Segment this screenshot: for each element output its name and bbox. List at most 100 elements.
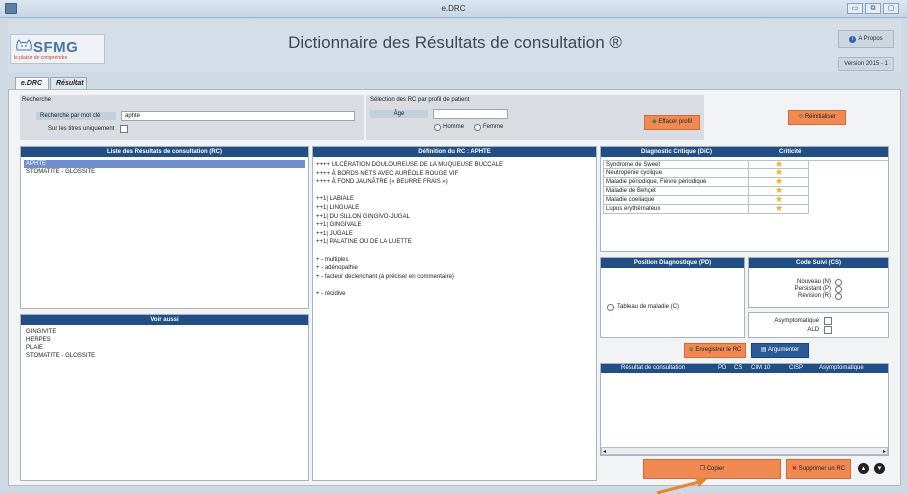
asymptomatic-checkbox[interactable] xyxy=(824,317,832,325)
ald-label: ALD xyxy=(807,327,819,333)
plus-icon: ⊕ xyxy=(688,347,694,353)
delete-icon: ✖ xyxy=(791,466,797,472)
version-label: Version 2015 - 1 xyxy=(838,57,894,71)
definition-line: + - multiples xyxy=(316,256,349,263)
dic-name: Lupus érythémateux xyxy=(603,205,749,214)
col-pd[interactable]: PD xyxy=(718,364,726,373)
definition-line xyxy=(316,281,593,290)
see-also-panel: Voir aussi GINGIVITE HERPES PLAIE STOMAT… xyxy=(20,314,309,481)
col-cim10[interactable]: CIM 10 xyxy=(751,364,770,373)
cs-radio-nouveau[interactable] xyxy=(835,279,842,286)
horizontal-scrollbar[interactable]: ◂ ▸ xyxy=(601,447,888,455)
minimize-button[interactable]: ▭ xyxy=(847,3,863,14)
list-item[interactable]: PLAIE xyxy=(24,344,305,352)
cs-radio-revision[interactable] xyxy=(835,293,842,300)
critical-diagnosis-header: Diagnostic Critique (DiC) Criticité xyxy=(601,147,888,157)
titles-only-checkbox[interactable] xyxy=(120,125,128,133)
scroll-left-icon[interactable]: ◂ xyxy=(603,448,606,455)
cs-label-revision: Révision (R) xyxy=(797,293,831,299)
sex-radio-homme[interactable] xyxy=(434,124,441,131)
keyword-label: Recherche par mot clé xyxy=(36,112,116,120)
criticality-cell: ★ xyxy=(749,203,809,214)
logo-brand: SFMG xyxy=(33,39,79,56)
copy-icon: ❐ xyxy=(699,466,706,472)
results-table: Résultat de consultation PD CS CIM 10 CI… xyxy=(600,363,889,456)
table-row[interactable]: Neutropénie cyclique ★ xyxy=(603,168,888,178)
age-input[interactable] xyxy=(433,109,508,119)
document-icon: ▤ xyxy=(760,347,767,353)
cs-label-nouveau: Nouveau (N) xyxy=(796,279,831,285)
logo-tagline: le plaisir de comprendre xyxy=(14,55,68,61)
delete-rc-button[interactable]: ✖ Supprimer un RC xyxy=(786,459,851,479)
definition-line: ++++ À BORDS NETS AVEC AURÉOLE ROUGE VIF xyxy=(316,170,459,177)
list-item[interactable]: STOMATITE - GLOSSITE xyxy=(24,168,305,176)
rc-list-panel: Liste des Résultats de consultation (RC)… xyxy=(20,146,309,309)
see-also-title: Voir aussi xyxy=(21,315,308,325)
list-item[interactable]: HERPES xyxy=(24,336,305,344)
col-resultat[interactable]: Résultat de consultation xyxy=(621,364,685,373)
table-row[interactable]: Lupus érythémateux ★ xyxy=(603,203,888,214)
delete-rc-label: Supprimer un RC xyxy=(798,466,846,472)
pd-radio-c[interactable] xyxy=(607,304,614,311)
move-down-button[interactable]: ▾ xyxy=(874,463,885,474)
table-row[interactable]: Maladie coeliaque ★ xyxy=(603,195,888,205)
definition-line: ++1| LABIALE xyxy=(316,196,354,203)
definition-line: + - facteur déclenchant (à préciser en c… xyxy=(316,273,454,280)
window-title: e.DRC xyxy=(441,4,466,13)
rc-list-title: Liste des Résultats de consultation (RC) xyxy=(21,147,308,157)
sex-label-femme: Femme xyxy=(483,124,504,130)
critical-diagnosis-panel: Diagnostic Critique (DiC) Criticité Synd… xyxy=(600,146,889,252)
search-section-label: Recherche xyxy=(22,97,52,103)
reset-label: Réinitialiser xyxy=(804,114,836,120)
reset-button[interactable]: ⟲ Réinitialiser xyxy=(788,110,846,125)
argue-label: Argumenter xyxy=(767,347,800,353)
save-rc-button[interactable]: ⊕ Enregistrer le RC xyxy=(684,343,746,358)
definition-line: ++1| LINGUALE xyxy=(316,204,360,211)
col-asymptomatique[interactable]: Asymptomatique xyxy=(819,364,864,373)
dic-name: Syndrome de Sweet xyxy=(603,161,749,169)
follow-code-panel: Code Suivi (CS) Nouveau (N) Persistant (… xyxy=(748,257,889,308)
diagnostic-position-panel: Position Diagnostique (PD) Tableau de ma… xyxy=(600,257,745,338)
sex-label-homme: Homme xyxy=(443,124,465,130)
asymptomatic-panel: Asymptomatique ALD xyxy=(748,312,889,338)
ald-checkbox[interactable] xyxy=(824,326,832,334)
maximize-button[interactable]: ⧉ xyxy=(865,3,881,14)
dic-name: Maladie coeliaque xyxy=(603,196,749,205)
col-cisp[interactable]: CISP xyxy=(789,364,803,373)
sex-radio-femme[interactable] xyxy=(474,124,481,131)
clear-profile-label: Effacer profil xyxy=(658,119,692,125)
cs-radio-persistant[interactable] xyxy=(835,286,842,293)
argue-button[interactable]: ▤ Argumenter xyxy=(751,343,809,358)
about-button[interactable]: iA Propos xyxy=(838,30,894,48)
definition-line: ++1| PALATINE OU DE LA LUETTE xyxy=(316,239,412,246)
search-input[interactable]: aphte xyxy=(121,111,355,121)
close-button[interactable]: ▢ xyxy=(883,3,899,14)
definition-line: ++1| DU SILLON GINGIVO-JUGAL xyxy=(316,213,410,220)
refresh-icon: ⟲ xyxy=(798,114,804,120)
definition-text: ++++ ULCÉRATION DOULOUREUSE DE LA MUQUEU… xyxy=(313,157,596,303)
move-up-button[interactable]: ▴ xyxy=(858,463,869,474)
about-label: A Propos xyxy=(858,36,883,42)
col-cs[interactable]: CS xyxy=(734,364,742,373)
dic-name: Maladie de Behçet xyxy=(603,187,749,196)
table-row[interactable]: Maladie périodique, Fièvre périodique ★ xyxy=(603,177,888,187)
critical-diagnosis-title: Diagnostic Critique (DiC) xyxy=(641,149,713,155)
eraser-icon: ◆ xyxy=(652,119,657,125)
save-rc-label: Enregistrer le RC xyxy=(695,347,742,353)
profile-section-label: Sélection des RC par profil de patient xyxy=(370,97,470,103)
star-icon: ★ xyxy=(775,203,784,213)
scroll-right-icon[interactable]: ▸ xyxy=(883,448,886,455)
list-item[interactable]: APHTE xyxy=(24,160,305,168)
info-icon: i xyxy=(849,36,857,43)
table-row[interactable]: Maladie de Behçet ★ xyxy=(603,186,888,196)
asymptomatic-label: Asymptomatique xyxy=(774,318,819,324)
clear-profile-button[interactable]: ◆ Effacer profil xyxy=(644,115,700,130)
criticality-label: Criticité xyxy=(779,149,802,155)
definition-line: ++1| JUGALE xyxy=(316,230,353,237)
table-row[interactable]: Syndrome de Sweet ★ xyxy=(603,160,888,169)
list-item[interactable]: GINGIVITE xyxy=(24,328,305,336)
definition-line: ++++ ULCÉRATION DOULOUREUSE DE LA MUQUEU… xyxy=(316,162,503,168)
dic-name: Neutropénie cyclique xyxy=(603,169,749,178)
arrow-pointer-icon xyxy=(656,477,707,494)
list-item[interactable]: STOMATITE - GLOSSITE xyxy=(24,352,305,360)
